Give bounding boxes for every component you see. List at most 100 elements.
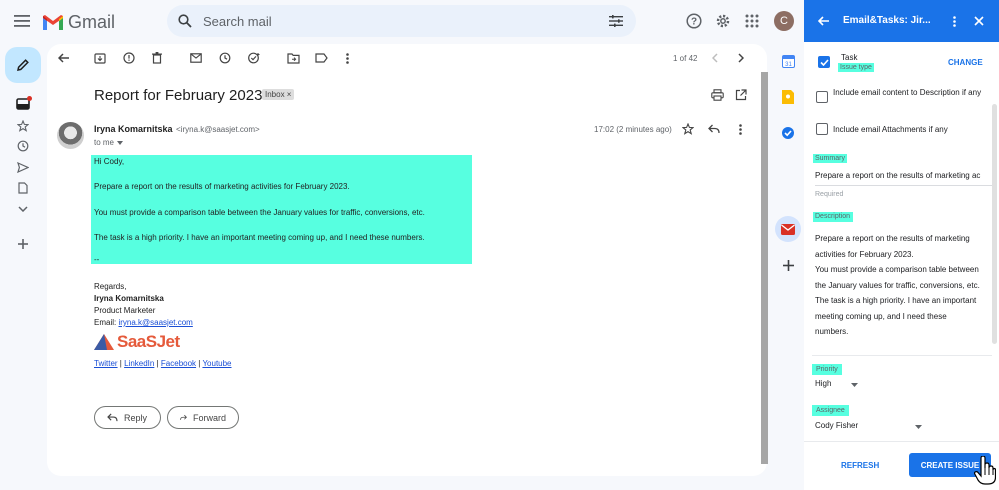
signature-separator: -- [94,255,100,264]
email-tasks-addon-icon[interactable] [779,220,797,238]
compose-button[interactable] [5,47,41,83]
search-input[interactable]: Search mail [203,14,272,29]
signature-regards: Regards, [94,282,127,291]
archive-icon[interactable] [92,51,108,65]
nav-sent-icon[interactable] [14,159,32,175]
newer-chevron-left-icon[interactable] [709,51,721,65]
include-content-label: Include email content to Description if … [833,88,982,97]
settings-gear-icon[interactable] [714,12,732,30]
search-options-icon[interactable] [608,14,624,28]
body-paragraph: You must provide a comparison table betw… [94,208,425,217]
svg-text:?: ? [691,17,697,28]
body-paragraph: The task is a high priority. I have an i… [94,233,425,242]
description-line: the January values for traffic, conversi… [815,280,980,290]
search-icon[interactable] [177,13,193,29]
recipient-details[interactable]: to me [94,138,124,147]
tasks-addon-icon[interactable] [779,124,797,142]
app-name: Gmail [68,12,116,32]
description-line: Prepare a report on the results of marke… [815,234,970,243]
signature-email-row: Email: iryna.k@saasjet.com [94,318,193,327]
gmail-m-icon [43,14,63,30]
linkedin-link[interactable]: LinkedIn [124,359,154,368]
create-issue-label: CREATE ISSUE [920,460,980,470]
issue-type-checkbox[interactable] [818,56,830,68]
add-to-tasks-icon[interactable] [246,51,262,65]
message-more-options-icon[interactable] [735,122,745,136]
signature-name: Iryna Komarnitska [94,294,164,303]
reply-arrow-icon[interactable] [707,122,721,136]
sender-name: Iryna Komarnitska [94,124,173,134]
assignee-select[interactable]: Cody Fisher [815,420,925,432]
gmail-logo[interactable]: Gmail [42,12,115,33]
youtube-link[interactable]: Youtube [202,359,231,368]
open-new-window-icon[interactable] [733,88,749,102]
main-menu-icon[interactable] [12,12,32,30]
priority-value: High [815,379,832,388]
caret-down-icon [117,140,124,145]
priority-label: Priority [812,364,842,375]
snooze-clock-icon[interactable] [217,51,233,65]
mark-unread-icon[interactable] [188,51,204,65]
forward-label: Forward [192,412,226,423]
description-label: Description [813,212,854,222]
nav-inbox-icon[interactable] [14,96,32,112]
inbox-label-chip[interactable]: Inbox × [262,89,295,100]
signature-email-label: Email: [94,318,117,327]
account-avatar[interactable]: C [774,11,794,31]
star-icon[interactable] [681,122,695,136]
get-addons-plus-icon[interactable] [779,256,797,274]
forward-button[interactable]: Forward [167,406,239,429]
signature-title: Product Marketer [94,306,156,315]
include-content-checkbox[interactable] [816,91,828,103]
more-options-vertical-icon[interactable] [341,51,353,65]
issue-type-label: Issue type [838,63,874,72]
email-timestamp: 17:02 (2 minutes ago) [594,125,672,134]
nav-snoozed-icon[interactable] [14,138,32,154]
priority-select[interactable]: High [815,378,860,390]
calendar-addon-icon[interactable]: 31 [779,52,797,70]
keep-notes-addon-icon[interactable] [779,88,797,106]
addon-back-arrow-icon[interactable] [816,14,832,28]
older-chevron-right-icon[interactable] [735,51,747,65]
summary-label: Summary [813,154,847,163]
create-label-plus-icon[interactable] [14,236,32,252]
pencil-icon [17,59,29,71]
print-icon[interactable] [709,88,725,102]
addon-close-icon[interactable] [972,14,986,28]
report-spam-icon[interactable] [121,51,137,65]
apps-grid-icon[interactable] [743,12,761,30]
addon-title: Email&Tasks: Jir... [843,15,931,26]
summary-field[interactable]: Prepare a report on the results of marke… [815,168,992,186]
message-scrollbar-thumb[interactable] [761,72,768,464]
recipient-to-me: to me [94,138,115,147]
twitter-link[interactable]: Twitter [94,359,118,368]
back-arrow-icon[interactable] [56,51,72,65]
include-attachments-checkbox[interactable] [816,123,828,135]
label-tag-icon[interactable] [313,51,329,65]
search-bar[interactable]: Search mail [167,5,636,37]
nav-starred-icon[interactable] [14,118,32,134]
change-issue-type-button[interactable]: CHANGE [948,58,983,67]
signature-email-link[interactable]: iryna.k@saasjet.com [118,318,192,327]
issue-type-value: Task [841,53,858,62]
email-subject: Report for February 2023 [94,87,263,104]
nav-drafts-icon[interactable] [14,180,32,196]
forward-icon [180,414,187,420]
nav-more-chevron-icon[interactable] [14,201,32,217]
assignee-value: Cody Fisher [815,421,859,430]
addon-scrollbar[interactable] [992,104,997,344]
reply-button[interactable]: Reply [94,406,161,429]
sender-avatar[interactable] [57,122,84,149]
help-icon[interactable]: ? [685,12,703,30]
refresh-button[interactable]: REFRESH [841,461,879,470]
pagination-count: 1 of 42 [673,54,698,63]
delete-trash-icon[interactable] [149,51,165,65]
addon-footer-divider [804,441,999,442]
social-links: Twitter | LinkedIn | Facebook | Youtube [94,359,232,368]
facebook-link[interactable]: Facebook [161,359,196,368]
addon-menu-vertical-icon[interactable] [949,14,959,28]
move-to-folder-icon[interactable] [285,51,301,65]
description-line: activities for February 2023. [815,249,914,259]
description-textarea[interactable]: Prepare a report on the results of marke… [815,231,995,340]
summary-value: Prepare a report on the results of marke… [815,171,981,180]
